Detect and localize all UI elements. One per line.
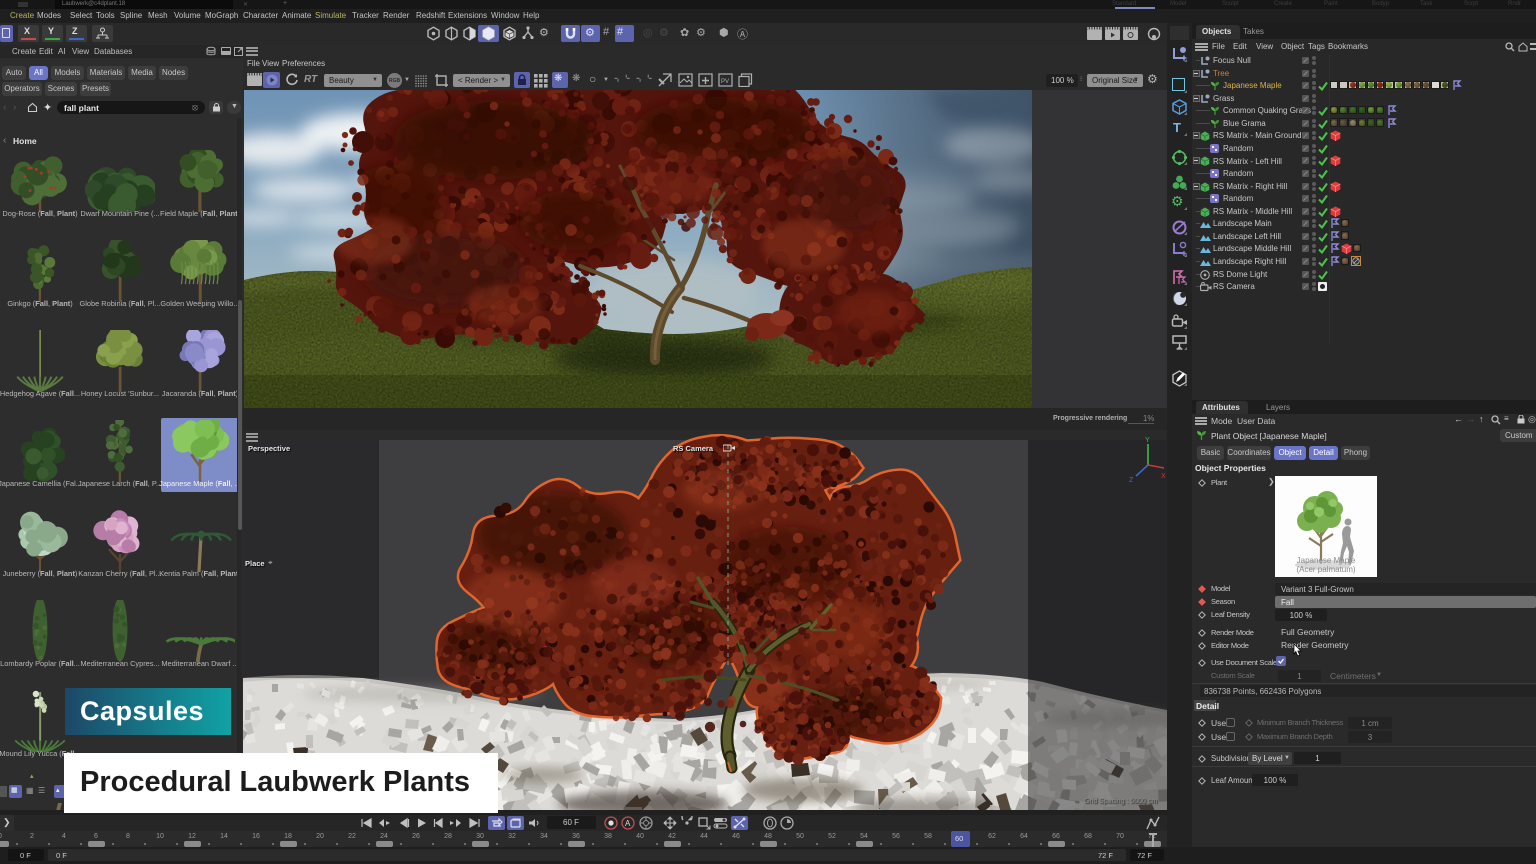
svg-text:PV: PV [721, 79, 729, 85]
svg-text:X: X [1161, 473, 1166, 480]
svg-text:Z: Z [1129, 477, 1134, 484]
svg-text:(Acer palmatum): (Acer palmatum) [1296, 565, 1355, 574]
svg-text:Japanese Maple: Japanese Maple [1297, 556, 1356, 565]
svg-text:Y: Y [1145, 437, 1150, 444]
svg-text:A: A [625, 819, 631, 828]
